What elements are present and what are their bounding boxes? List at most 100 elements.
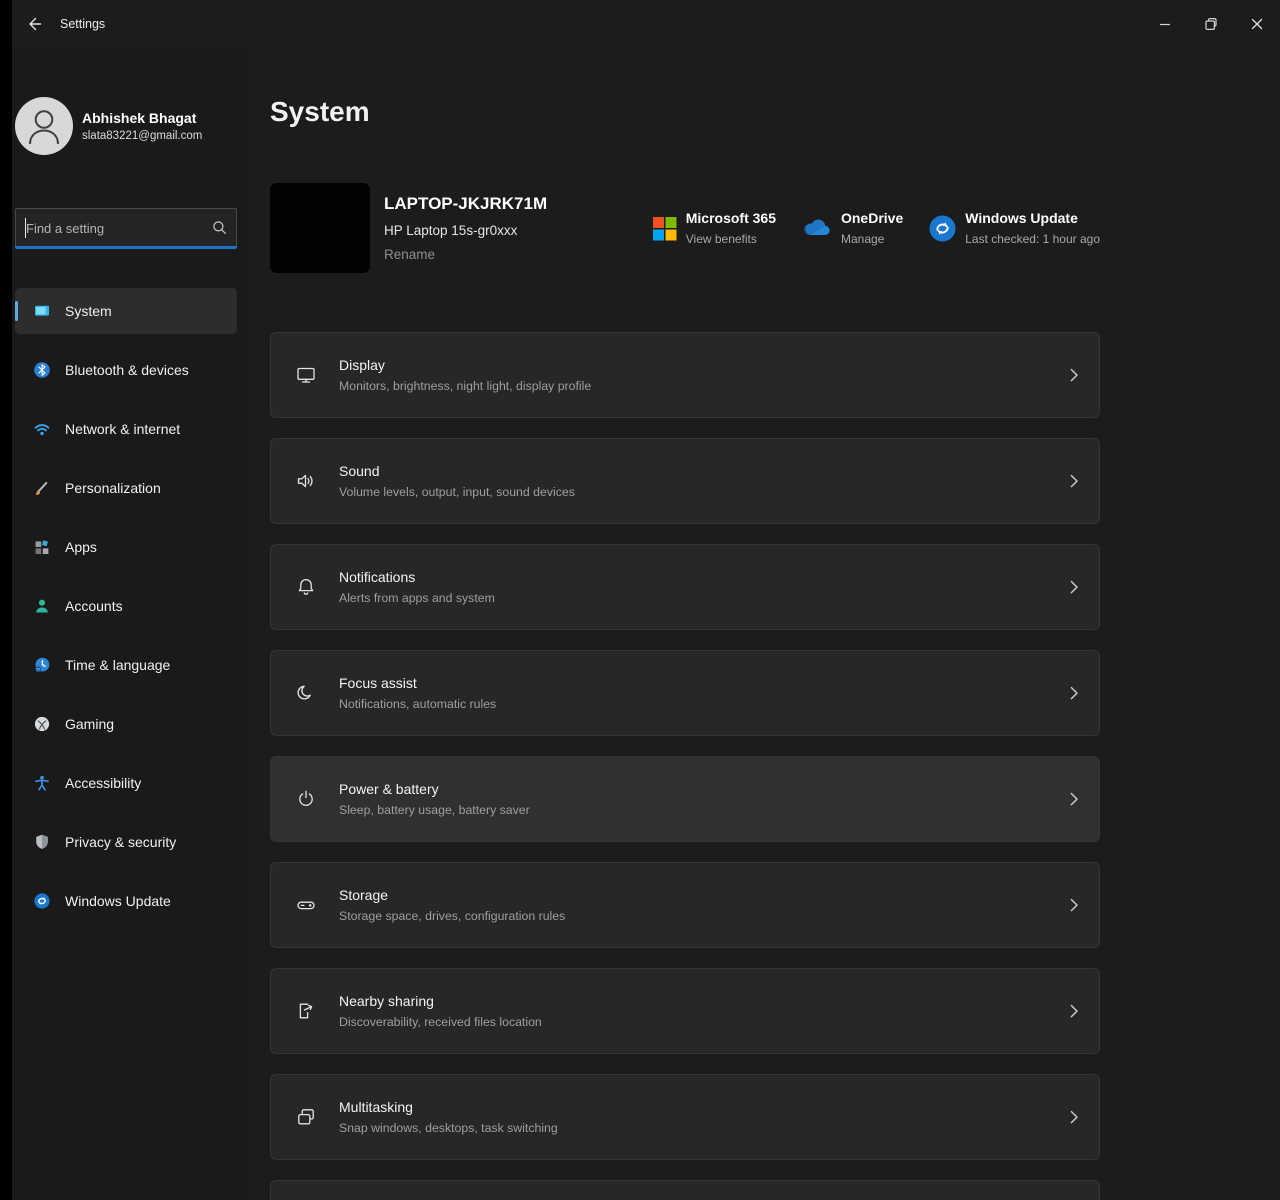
accessibility-person-icon [33,774,51,792]
card-title: Power & battery [339,781,530,797]
multitasking-windows-icon [295,1106,317,1128]
search-accent-underline [15,246,237,249]
search-box [15,208,237,247]
microsoft-365-link[interactable]: Microsoft 365 View benefits [652,210,776,246]
sidebar: Abhishek Bhagat slata83221@gmail.com [12,48,250,1200]
sidebar-item-windows-update[interactable]: Windows Update [15,878,237,924]
card-title: Storage [339,887,565,903]
wifi-icon [33,420,51,438]
power-icon [295,788,317,810]
device-thumbnail [270,183,370,273]
sidebar-item-accessibility[interactable]: Accessibility [15,760,237,806]
main-content: System LAPTOP-JKJRK71M HP Laptop 15s-gr0… [250,48,1280,1200]
app-title: Settings [60,17,105,31]
sidebar-item-accounts[interactable]: Accounts [15,583,237,629]
apps-grid-icon [33,538,51,556]
display-icon [295,364,317,386]
person-icon [33,597,51,615]
close-icon [1248,15,1266,33]
sidebar-item-label: Personalization [65,480,161,496]
system-monitor-icon [33,302,51,320]
restore-button[interactable] [1188,0,1234,48]
card-power-battery[interactable]: Power & battery Sleep, battery usage, ba… [270,756,1100,842]
update-arrows-icon [33,892,51,910]
card-subtitle: Sleep, battery usage, battery saver [339,803,530,817]
rename-link[interactable]: Rename [384,247,547,262]
chevron-right-icon [1063,364,1085,386]
quick-link-title: Microsoft 365 [686,210,776,226]
paintbrush-icon [33,479,51,497]
card-display[interactable]: Display Monitors, brightness, night ligh… [270,332,1100,418]
card-title: Display [339,357,591,373]
titlebar: Settings [12,0,1280,48]
close-button[interactable] [1234,0,1280,48]
sidebar-item-apps[interactable]: Apps [15,524,237,570]
text-caret [25,218,26,238]
card-notifications[interactable]: Notifications Alerts from apps and syste… [270,544,1100,630]
nearby-sharing-icon [295,1000,317,1022]
quick-links: Microsoft 365 View benefits OneDrive Man… [652,210,1100,246]
minimize-button[interactable] [1142,0,1188,48]
chevron-right-icon [1063,788,1085,810]
card-focus-assist[interactable]: Focus assist Notifications, automatic ru… [270,650,1100,736]
sidebar-item-personalization[interactable]: Personalization [15,465,237,511]
sidebar-item-privacy-security[interactable]: Privacy & security [15,819,237,865]
user-profile[interactable]: Abhishek Bhagat slata83221@gmail.com [15,97,250,155]
bell-icon [295,576,317,598]
left-edge-strip [0,0,12,1200]
card-subtitle: Monitors, brightness, night light, displ… [339,379,591,393]
device-model: HP Laptop 15s-gr0xxx [384,223,547,238]
quick-link-title: OneDrive [841,210,903,226]
sidebar-item-label: Network & internet [65,421,180,437]
clock-icon [33,656,51,674]
sidebar-item-gaming[interactable]: Gaming [15,701,237,747]
speaker-icon [295,470,317,492]
onedrive-cloud-icon [802,218,832,238]
card-subtitle: Storage space, drives, configuration rul… [339,909,565,923]
sidebar-item-network-internet[interactable]: Network & internet [15,406,237,452]
profile-email: slata83221@gmail.com [82,130,202,142]
profile-name: Abhishek Bhagat [82,110,202,126]
card-storage[interactable]: Storage Storage space, drives, configura… [270,862,1100,948]
card-sound[interactable]: Sound Volume levels, output, input, soun… [270,438,1100,524]
card-subtitle: Alerts from apps and system [339,591,495,605]
card-multitasking[interactable]: Multitasking Snap windows, desktops, tas… [270,1074,1100,1160]
quick-link-subtitle: Last checked: 1 hour ago [965,232,1100,246]
shield-icon [33,833,51,851]
windows-update-link[interactable]: Windows Update Last checked: 1 hour ago [929,210,1100,246]
sidebar-item-label: Time & language [65,657,170,673]
quick-link-subtitle: Manage [841,232,903,246]
minimize-icon [1156,15,1174,33]
sidebar-item-label: Privacy & security [65,834,176,850]
sidebar-item-bluetooth-devices[interactable]: Bluetooth & devices [15,347,237,393]
sidebar-item-label: Bluetooth & devices [65,362,189,378]
card-title: Nearby sharing [339,993,542,1009]
restore-icon [1202,15,1220,33]
device-header: LAPTOP-JKJRK71M HP Laptop 15s-gr0xxx Ren… [270,183,1100,273]
back-button[interactable] [18,7,52,41]
sidebar-item-label: Accounts [65,598,123,614]
avatar [15,97,73,155]
onedrive-link[interactable]: OneDrive Manage [802,210,903,246]
search-input[interactable] [16,209,236,247]
microsoft-logo-icon [652,216,677,241]
card-nearby-sharing[interactable]: Nearby sharing Discoverability, received… [270,968,1100,1054]
card-title: Sound [339,463,575,479]
sidebar-item-system[interactable]: System [15,288,237,334]
search-icon[interactable] [211,219,228,236]
sidebar-item-time-language[interactable]: Time & language [15,642,237,688]
windows-update-icon [929,215,956,242]
quick-link-subtitle: View benefits [686,232,776,246]
card-subtitle: Volume levels, output, input, sound devi… [339,485,575,499]
card-subtitle: Snap windows, desktops, task switching [339,1121,558,1135]
sidebar-item-label: System [65,303,112,319]
chevron-right-icon [1063,1106,1085,1128]
chevron-right-icon [1063,576,1085,598]
chevron-right-icon [1063,470,1085,492]
bluetooth-icon [33,361,51,379]
card-title: Multitasking [339,1099,558,1115]
card-partial-next[interactable] [270,1180,1100,1200]
moon-icon [295,682,317,704]
quick-link-title: Windows Update [965,210,1100,226]
back-arrow-icon [25,14,45,34]
